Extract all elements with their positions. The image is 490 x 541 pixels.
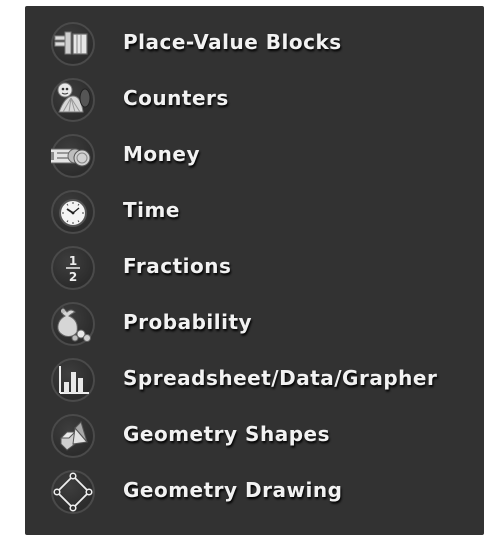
probability-icon [51, 302, 95, 346]
menu-item-label: Geometry Drawing [123, 478, 343, 502]
menu-item-label: Place-Value Blocks [123, 30, 342, 54]
menu-item-label: Probability [123, 310, 253, 334]
menu-item-spreadsheet-data-grapher[interactable]: Spreadsheet/Data/Grapher [25, 352, 484, 408]
geometry-shapes-icon [51, 414, 95, 458]
menu-item-time[interactable]: Time [25, 184, 484, 240]
menu-item-fractions[interactable]: 1 2 Fractions [25, 240, 484, 296]
fraction-icon: 1 2 [51, 246, 95, 290]
menu-item-geometry-drawing[interactable]: Geometry Drawing [25, 464, 484, 520]
bar-graph-icon [51, 358, 95, 402]
menu-item-label: Spreadsheet/Data/Grapher [123, 366, 438, 390]
menu-item-label: Money [123, 142, 200, 166]
place-value-blocks-icon [51, 22, 95, 66]
menu-item-label: Geometry Shapes [123, 422, 330, 446]
money-icon [51, 134, 95, 178]
menu-item-counters[interactable]: Counters [25, 72, 484, 128]
menu-item-geometry-shapes[interactable]: Geometry Shapes [25, 408, 484, 464]
manipulatives-menu: Place-Value Blocks Counters Money Time 1… [25, 6, 484, 535]
fraction-numerator: 1 [69, 254, 77, 268]
menu-item-probability[interactable]: Probability [25, 296, 484, 352]
menu-item-label: Counters [123, 86, 229, 110]
geometry-drawing-icon [51, 470, 95, 514]
menu-item-money[interactable]: Money [25, 128, 484, 184]
menu-item-place-value-blocks[interactable]: Place-Value Blocks [25, 16, 484, 72]
clock-icon [51, 190, 95, 234]
fraction-denominator: 2 [69, 270, 77, 284]
menu-item-label: Fractions [123, 254, 232, 278]
counters-icon [51, 78, 95, 122]
menu-item-label: Time [123, 198, 180, 222]
